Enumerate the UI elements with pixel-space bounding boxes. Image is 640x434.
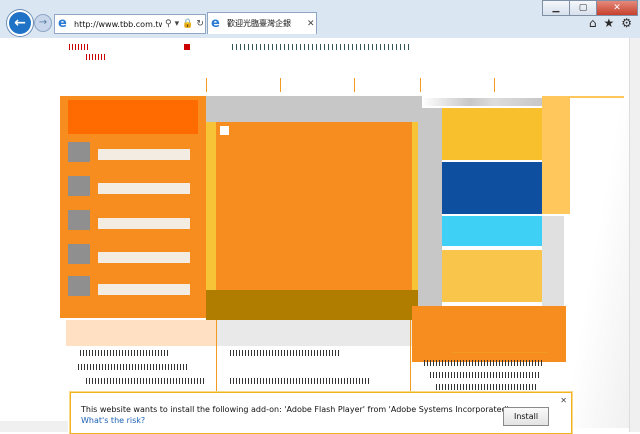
news-line[interactable] [436,384,536,390]
news-tab[interactable] [66,320,216,346]
notification-message: This website wants to install the follow… [81,405,512,414]
menu-thumbnail [68,210,90,230]
left-menu-header [68,100,198,134]
divider [494,78,495,92]
horizontal-scrollbar[interactable] [0,421,68,432]
window-controls: ▁ ▢ ✕ [542,0,638,16]
tab-active[interactable]: e 歡迎光臨臺灣企銀 ✕ [207,12,317,34]
maximize-button[interactable]: ▢ [569,0,597,16]
promo-tile-cyan[interactable] [442,216,542,246]
right-panel [412,306,566,362]
promo-tile-gold[interactable] [442,108,542,160]
toolbar-icons: ⌂ ★ ⚙ [589,16,632,30]
news-line[interactable] [230,350,340,356]
right-strip [422,98,542,106]
right-gutter [420,108,442,338]
star-icon[interactable]: ★ [603,16,614,30]
refresh-icon[interactable]: ↻ [196,19,204,29]
dropdown-icon[interactable]: ▾ [175,19,180,29]
url-text[interactable]: http://www.tbb.com.tw/w [74,20,162,29]
news-tab[interactable] [216,320,412,346]
menu-item[interactable] [98,284,190,295]
banner-marker [220,126,229,135]
gear-icon[interactable]: ⚙ [621,16,632,30]
tab-title: 歡迎光臨臺灣企銀 [227,19,291,28]
banner-footer [206,290,418,320]
menu-item[interactable] [98,252,190,263]
address-bar[interactable]: e http://www.tbb.com.tw/w ⚲ ▾ 🔒 ↻ [54,14,206,34]
back-arrow-icon[interactable]: ← [7,10,33,36]
addon-notification-bar: This website wants to install the follow… [70,392,572,434]
home-icon[interactable]: ⌂ [589,16,597,30]
news-line[interactable] [230,378,370,384]
menu-thumbnail [68,276,90,296]
news-line[interactable] [80,350,170,356]
header-mark [86,54,106,60]
page-viewport [0,38,640,432]
header-links [232,44,412,50]
close-icon[interactable]: ✕ [560,396,567,405]
promo-tile-yellow[interactable] [442,250,542,302]
banner-image [216,122,412,290]
browser-chrome: ▁ ▢ ✕ ← → e http://www.tbb.com.tw/w ⚲ ▾ … [0,0,640,38]
menu-item[interactable] [98,149,190,160]
lock-icon: 🔒 [182,19,194,29]
divider [280,78,281,92]
news-line[interactable] [424,360,544,366]
whats-the-risk-link[interactable]: What's the risk? [81,416,145,425]
header-mark [184,44,190,50]
news-line[interactable] [86,378,206,384]
menu-thumbnail [68,244,90,264]
news-line[interactable] [430,372,540,378]
minimize-button[interactable]: ▁ [542,0,570,16]
ie-logo-icon: e [58,16,67,31]
forward-arrow-icon[interactable]: → [34,14,52,32]
tab-favicon-icon: e [211,15,220,31]
menu-item[interactable] [98,183,190,194]
divider [206,78,207,92]
menu-thumbnail [68,176,90,196]
tab-close-icon[interactable]: ✕ [307,19,315,29]
news-line[interactable] [78,364,188,370]
search-icon[interactable]: ⚲ [165,19,172,29]
menu-item[interactable] [98,218,190,229]
install-button[interactable]: Install [503,407,549,426]
divider [354,78,355,92]
vertical-scrollbar[interactable] [629,38,640,432]
menu-thumbnail [68,142,90,162]
header-mark [69,44,89,50]
close-window-button[interactable]: ✕ [596,0,638,16]
divider [452,352,548,353]
promo-tile-navy[interactable] [442,162,542,214]
divider [420,78,421,92]
